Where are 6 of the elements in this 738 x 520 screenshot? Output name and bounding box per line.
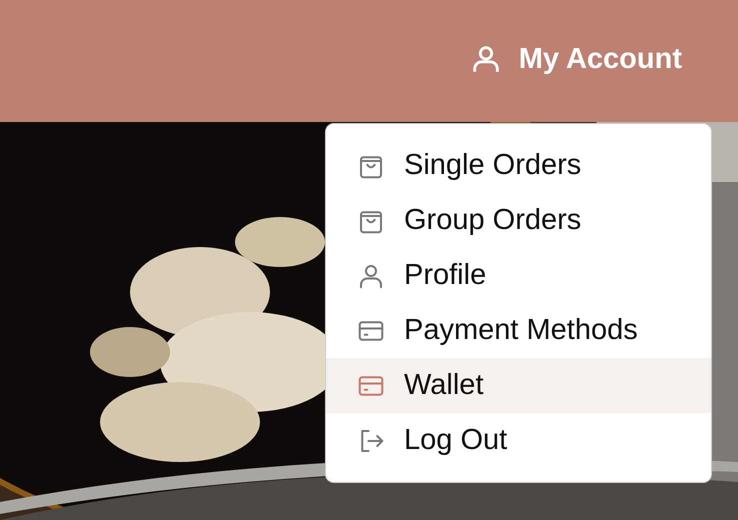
menu-item[interactable]: Log Out — [326, 413, 711, 468]
menu-item[interactable]: Profile — [326, 248, 711, 303]
menu-item[interactable]: Payment Methods — [326, 303, 711, 358]
menu-item[interactable]: Single Orders — [326, 138, 711, 193]
menu-item[interactable]: Wallet — [326, 358, 711, 413]
menu-item[interactable]: Group Orders — [326, 193, 711, 248]
